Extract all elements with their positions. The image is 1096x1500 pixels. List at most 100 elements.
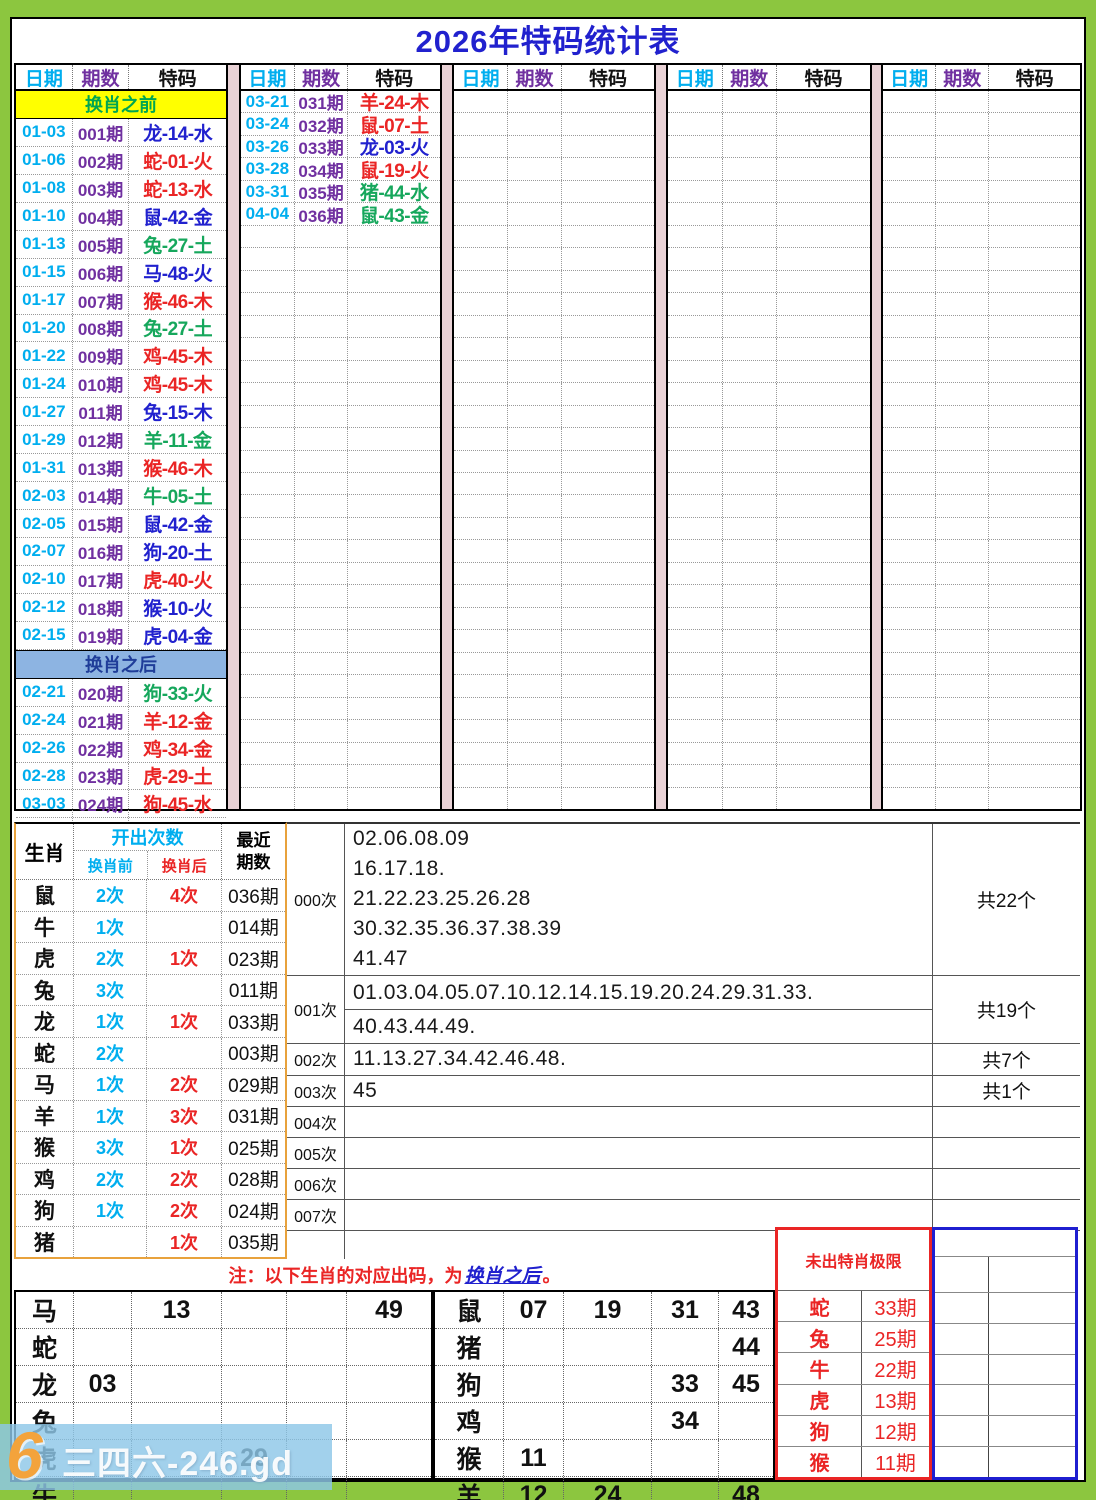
period-cell: 004期 — [73, 203, 130, 230]
date-cell — [668, 136, 723, 157]
table-row-empty — [668, 563, 870, 585]
period-cell: 011期 — [73, 398, 130, 425]
table-row: 01-03 001期 龙-14-水 — [16, 119, 226, 147]
zodiac-stats-table: 生肖 开出次数 换肖前 换肖后 最近期数 鼠 2次 4次 036期 牛 1次 0… — [14, 822, 287, 1259]
date-cell — [883, 585, 936, 606]
period-cell — [936, 316, 989, 337]
number-cell — [287, 1292, 347, 1328]
date-cell — [454, 248, 508, 269]
period-cell — [723, 203, 778, 224]
recent-period: 003期 — [222, 1038, 285, 1069]
table-row-empty — [883, 181, 1080, 203]
limit-box-title: 未出特肖极限 — [778, 1230, 929, 1291]
table-row-empty — [241, 316, 440, 338]
zodiac-name: 兔 — [16, 975, 74, 1006]
date-cell — [668, 608, 723, 629]
table-row-empty — [668, 698, 870, 720]
date-cell — [454, 383, 508, 404]
table-row-empty — [241, 293, 440, 315]
period-cell — [723, 136, 778, 157]
column-separator — [228, 63, 239, 811]
freq-total — [932, 1200, 1080, 1230]
date-cell — [241, 653, 295, 674]
table-row: 01-27 011期 兔-15-木 — [16, 398, 226, 426]
period-cell — [723, 406, 778, 427]
code-cell: 鼠-42-金 — [129, 510, 226, 537]
date-cell: 03-28 — [241, 158, 295, 179]
after-count: 4次 — [147, 880, 222, 911]
period-cell: 009期 — [73, 342, 130, 369]
table-row-empty — [454, 136, 654, 158]
code-cell — [562, 518, 654, 539]
bottom-row: 鸡34 — [435, 1403, 773, 1440]
date-cell — [883, 316, 936, 337]
table-group-body — [668, 91, 870, 809]
limit-row: 蛇 33期 — [778, 1291, 929, 1322]
period-cell — [508, 743, 562, 764]
table-row-empty — [883, 630, 1080, 652]
code-cell — [777, 383, 870, 404]
table-row: 01-06 002期 蛇-01-火 — [16, 147, 226, 175]
code-cell — [348, 293, 440, 314]
table-row-empty — [454, 271, 654, 293]
freq-label: 000次 — [287, 824, 345, 975]
period-cell — [723, 226, 778, 247]
period-cell — [936, 720, 989, 741]
before-count: 1次 — [74, 912, 147, 943]
limit-period: 12期 — [862, 1416, 929, 1446]
zodiac-stats-row: 猴 3次 1次 025期 — [16, 1132, 285, 1164]
table-row-empty — [668, 540, 870, 562]
freq-label: 004次 — [287, 1107, 345, 1137]
date-cell — [668, 181, 723, 202]
limit-row: 猴 11期 — [778, 1447, 929, 1477]
date-cell — [241, 226, 295, 247]
table-row-empty — [883, 428, 1080, 450]
period-cell — [936, 653, 989, 674]
table-row-empty — [454, 91, 654, 113]
code-cell — [348, 765, 440, 786]
period-cell: 035期 — [295, 181, 349, 202]
date-cell — [668, 495, 723, 516]
table-row: 03-26 033期 龙-03-火 — [241, 136, 440, 158]
zodiac-name: 龙 — [16, 1006, 74, 1037]
code-cell — [562, 248, 654, 269]
period-cell — [295, 495, 349, 516]
period-cell — [295, 428, 349, 449]
code-cell — [348, 338, 440, 359]
bottom-row: 猴11 — [435, 1440, 773, 1477]
table-row-empty — [241, 406, 440, 428]
zodiac-header: 生肖 — [16, 824, 74, 879]
date-cell — [454, 338, 508, 359]
recent-period-header: 最近期数 — [222, 824, 285, 879]
table-row-empty — [241, 585, 440, 607]
number-cell — [652, 1440, 719, 1476]
number-cell — [287, 1329, 347, 1365]
freq-label: 006次 — [287, 1169, 345, 1199]
code-cell — [989, 158, 1080, 179]
period-cell — [936, 630, 989, 651]
number-cell — [652, 1329, 719, 1365]
zodiac-name: 马 — [16, 1069, 74, 1100]
limit-zodiac: 蛇 — [778, 1291, 862, 1321]
date-cell — [241, 698, 295, 719]
code-cell — [562, 585, 654, 606]
number-cell — [74, 1329, 132, 1365]
code-cell — [348, 540, 440, 561]
limit-zodiac: 狗 — [778, 1416, 862, 1446]
table-group-body — [454, 91, 654, 809]
code-cell — [777, 765, 870, 786]
code-cell — [562, 406, 654, 427]
code-cell — [989, 338, 1080, 359]
recent-period: 031期 — [222, 1101, 285, 1132]
code-cell — [562, 788, 654, 809]
code-cell — [562, 271, 654, 292]
empty-cell — [935, 1447, 1075, 1477]
column-separator — [872, 63, 881, 811]
date-cell — [241, 451, 295, 472]
date-cell — [454, 563, 508, 584]
period-cell — [295, 451, 349, 472]
freq-label: 003次 — [287, 1076, 345, 1107]
period-cell — [723, 248, 778, 269]
table-row-empty — [883, 158, 1080, 180]
period-cell — [936, 136, 989, 157]
